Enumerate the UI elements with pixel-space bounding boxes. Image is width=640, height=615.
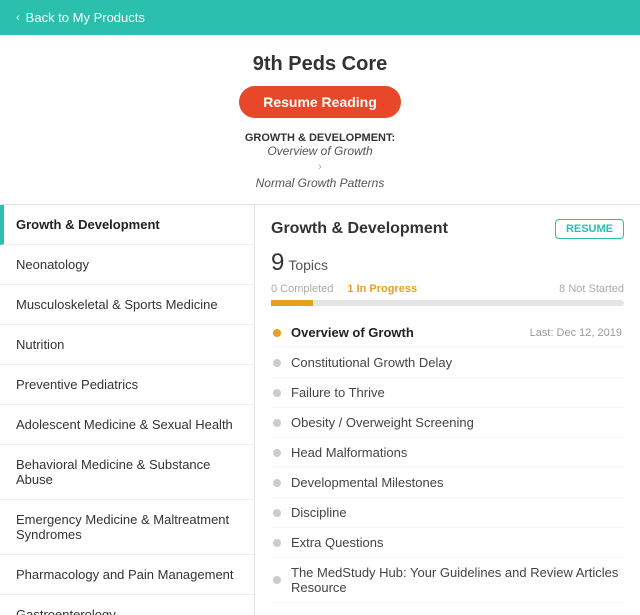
topic-item[interactable]: The MedStudy Hub: Your Guidelines and Re… <box>271 558 624 603</box>
sidebar-item-preventive[interactable]: Preventive Pediatrics <box>0 365 254 405</box>
progress-stats: 0 Completed 1 In Progress 8 Not Started <box>271 283 624 295</box>
topic-item[interactable]: Extra Questions <box>271 528 624 558</box>
topic-name: Discipline <box>291 505 622 520</box>
sidebar-item-gastro[interactable]: Gastroenterology <box>0 595 254 615</box>
back-link[interactable]: Back to My Products <box>26 10 145 25</box>
sidebar-item-growth[interactable]: Growth & Development <box>0 205 254 245</box>
progress-inprogress <box>271 300 313 306</box>
topics-row: 9 Topics <box>271 249 624 277</box>
topics-label: Topics <box>288 257 328 273</box>
topic-dot-icon <box>273 359 281 367</box>
product-title: 9th Peds Core <box>20 53 620 76</box>
in-progress-stat: 1 In Progress <box>347 283 417 295</box>
sidebar-item-musculo[interactable]: Musculoskeletal & Sports Medicine <box>0 285 254 325</box>
sidebar-item-emergency[interactable]: Emergency Medicine & Maltreatment Syndro… <box>0 500 254 555</box>
content-area: Growth & Development Neonatology Musculo… <box>0 205 640 615</box>
topic-name: Overview of Growth <box>291 325 522 340</box>
topic-dot-icon <box>273 509 281 517</box>
header-section: 9th Peds Core Resume Reading GROWTH & DE… <box>0 35 640 205</box>
topic-name: Head Malformations <box>291 445 622 460</box>
back-chevron-icon: ‹ <box>16 12 20 24</box>
topic-name: Failure to Thrive <box>291 385 622 400</box>
resume-small-button[interactable]: RESUME <box>555 219 624 239</box>
topic-dot-icon <box>273 576 281 584</box>
sidebar-item-adolescent[interactable]: Adolescent Medicine & Sexual Health <box>0 405 254 445</box>
section-title: Growth & Development <box>271 220 448 238</box>
topic-last-date: Last: Dec 12, 2019 <box>530 327 622 339</box>
topic-name: The MedStudy Hub: Your Guidelines and Re… <box>291 565 622 595</box>
sidebar-item-pharmacology[interactable]: Pharmacology and Pain Management <box>0 555 254 595</box>
topic-item[interactable]: Developmental Milestones <box>271 468 624 498</box>
topic-item[interactable]: Head Malformations <box>271 438 624 468</box>
topic-dot-icon <box>273 419 281 427</box>
sidebar-item-neonatology[interactable]: Neonatology <box>0 245 254 285</box>
topic-dot-icon <box>273 389 281 397</box>
sidebar-item-nutrition[interactable]: Nutrition <box>0 325 254 365</box>
resume-reading-button[interactable]: Resume Reading <box>239 86 401 118</box>
topic-name: Obesity / Overweight Screening <box>291 415 622 430</box>
topic-item[interactable]: Discipline <box>271 498 624 528</box>
topic-dot-icon <box>273 449 281 457</box>
main-content: Growth & Development RESUME 9 Topics 0 C… <box>255 205 640 615</box>
topic-name: Constitutional Growth Delay <box>291 355 622 370</box>
topic-list: Overview of Growth Last: Dec 12, 2019 Cons… <box>271 318 624 603</box>
topic-dot-icon <box>273 539 281 547</box>
arrow-icon: › <box>20 161 620 173</box>
topic-item[interactable]: Constitutional Growth Delay <box>271 348 624 378</box>
reading-topic: Overview of Growth <box>267 144 372 158</box>
topic-item[interactable]: Obesity / Overweight Screening <box>271 408 624 438</box>
top-bar[interactable]: ‹ Back to My Products <box>0 0 640 35</box>
not-started-stat: 8 Not Started <box>559 283 624 295</box>
completed-stat: 0 Completed <box>271 283 333 295</box>
reading-subtopic: Normal Growth Patterns <box>256 176 385 190</box>
topic-item[interactable]: Failure to Thrive <box>271 378 624 408</box>
progress-bar <box>271 300 624 306</box>
topic-dot-icon <box>273 479 281 487</box>
topic-dot-icon <box>273 329 281 337</box>
sidebar: Growth & Development Neonatology Musculo… <box>0 205 255 615</box>
topic-item[interactable]: Overview of Growth Last: Dec 12, 2019 <box>271 318 624 348</box>
topic-name: Developmental Milestones <box>291 475 622 490</box>
topics-count: 9 <box>271 249 284 277</box>
reading-label: GROWTH & DEVELOPMENT: <box>245 132 395 144</box>
reading-info: GROWTH & DEVELOPMENT: Overview of Growth… <box>20 130 620 190</box>
section-header: Growth & Development RESUME <box>271 219 624 239</box>
sidebar-item-behavioral[interactable]: Behavioral Medicine & Substance Abuse <box>0 445 254 500</box>
topic-name: Extra Questions <box>291 535 622 550</box>
